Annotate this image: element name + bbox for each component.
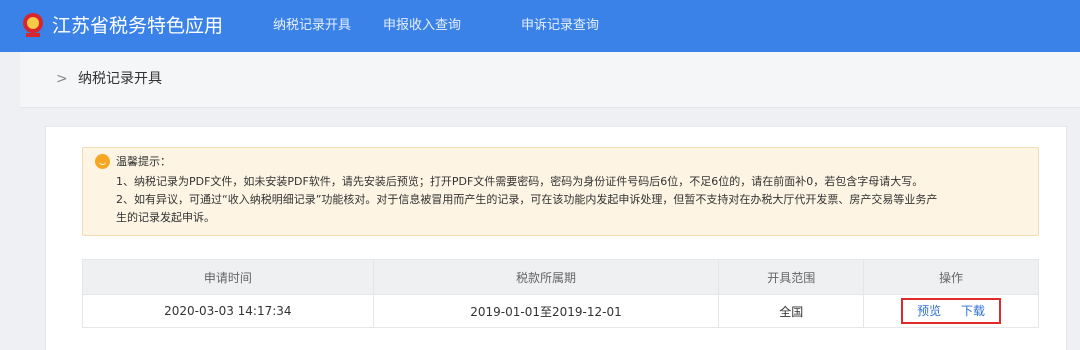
col-apply-time: 申请时间 — [82, 259, 374, 295]
app-title: 江苏省税务特色应用 — [52, 15, 224, 37]
breadcrumb — [20, 52, 1080, 108]
records-table: 申请时间 税款所属期 开具范围 操作 2020-03-03 14:17:34 2… — [82, 259, 1039, 328]
smile-icon — [95, 154, 110, 169]
nav-tax-record[interactable]: 纳税记录开具 — [273, 16, 351, 36]
col-period: 税款所属期 — [372, 259, 720, 295]
top-bar: 江苏省税务特色应用 纳税记录开具 申报收入查询 申诉记录查询 — [0, 0, 1080, 52]
tax-emblem-icon — [23, 13, 43, 37]
col-actions: 操作 — [863, 259, 1039, 295]
table-header-row: 申请时间 税款所属期 开具范围 操作 — [82, 259, 1039, 295]
nav-income-query[interactable]: 申报收入查询 — [383, 16, 461, 36]
download-link[interactable]: 下载 — [961, 304, 985, 318]
table-row: 2020-03-03 14:17:34 2019-01-01至2019-12-0… — [82, 294, 1039, 328]
notice-line-3: 生的记录发起申诉。 — [116, 211, 215, 224]
chevron-right-icon: > — [56, 71, 68, 87]
cell-scope: 全国 — [718, 294, 865, 328]
cell-period: 2019-01-01至2019-12-01 — [372, 294, 720, 328]
preview-link[interactable]: 预览 — [917, 304, 941, 318]
breadcrumb-label: 纳税记录开具 — [78, 71, 162, 87]
notice-line-1: 1、纳税记录为PDF文件，如未安装PDF软件，请先安装后预览；打开PDF文件需要… — [116, 175, 924, 188]
notice-title: 温馨提示： — [116, 155, 171, 168]
cell-apply-time: 2020-03-03 14:17:34 — [82, 294, 374, 328]
col-scope: 开具范围 — [718, 259, 865, 295]
notice-line-2: 2、如有异议，可通过“收入纳税明细记录”功能核对。对于信息被冒用而产生的记录，可… — [116, 193, 938, 206]
cell-actions: 预览 下载 — [863, 294, 1039, 328]
nav-appeal-query[interactable]: 申诉记录查询 — [521, 16, 599, 36]
actions-highlight: 预览 下载 — [901, 298, 1001, 324]
